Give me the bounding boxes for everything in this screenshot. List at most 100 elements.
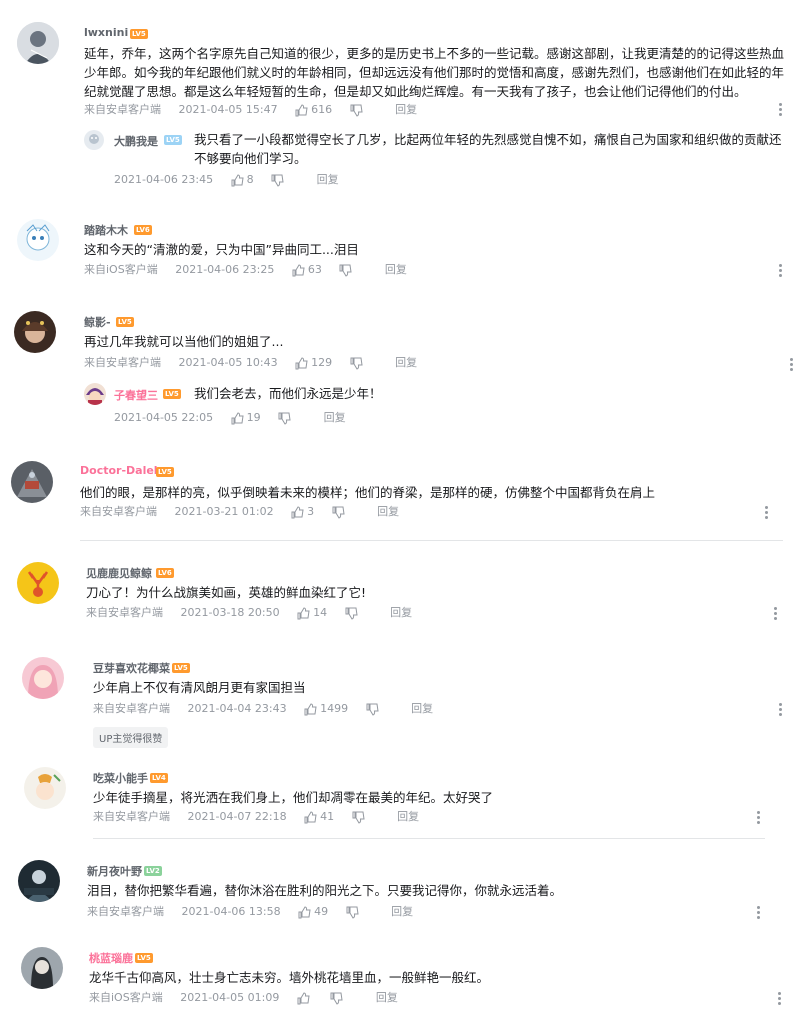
more-options-icon[interactable] xyxy=(756,906,760,920)
level-badge: LV5 xyxy=(172,663,190,673)
reply-button[interactable]: 回复 xyxy=(377,504,399,520)
more-options-icon[interactable] xyxy=(778,264,782,278)
dislike-button[interactable] xyxy=(332,504,348,520)
avatar[interactable] xyxy=(17,219,59,261)
source-label: 来自iOS客户端 xyxy=(89,991,163,1004)
username[interactable]: 见鹿鹿见鲸鲸 xyxy=(86,565,152,581)
thumbs-down-icon xyxy=(271,174,284,187)
comment-text: 他们的眼，是那样的亮，似乎倒映着未来的模样；他们的脊梁，是那样的硬，仿佛整个中国… xyxy=(80,485,656,500)
dislike-button[interactable] xyxy=(346,904,362,920)
more-options-icon[interactable] xyxy=(778,703,782,717)
dislike-button[interactable] xyxy=(350,102,366,118)
reply-button[interactable]: 回复 xyxy=(376,990,398,1006)
reply-button[interactable]: 回复 xyxy=(391,904,413,920)
avatar[interactable] xyxy=(11,461,53,503)
thumbs-down-icon xyxy=(346,906,359,919)
reply-button[interactable]: 回复 xyxy=(395,102,417,118)
reply-avatar[interactable] xyxy=(84,130,104,150)
thumbs-down-icon xyxy=(339,264,352,277)
timestamp: 2021-04-04 23:43 xyxy=(187,702,287,715)
source-label: 来自安卓客户端 xyxy=(80,505,157,518)
avatar[interactable] xyxy=(21,947,63,989)
reply-button[interactable]: 回复 xyxy=(395,355,417,371)
thumbs-up-icon xyxy=(298,905,311,918)
source-label: 来自安卓客户端 xyxy=(84,356,161,369)
like-button[interactable]: 49 xyxy=(298,904,328,920)
username[interactable]: 新月夜叶野 xyxy=(87,863,142,879)
more-options-icon[interactable] xyxy=(777,992,781,1006)
dislike-button[interactable] xyxy=(366,701,382,717)
username[interactable]: 吃菜小能手 xyxy=(93,770,148,786)
comment-meta: 来自安卓客户端 2021-03-21 01:02 3 回复 xyxy=(80,504,413,520)
reply-button[interactable]: 回复 xyxy=(411,701,433,717)
dislike-button[interactable] xyxy=(330,990,346,1006)
like-button[interactable] xyxy=(297,990,313,1006)
level-badge: LV2 xyxy=(144,866,162,876)
username[interactable]: 鲸影- xyxy=(84,314,111,330)
more-options-icon[interactable] xyxy=(756,811,760,825)
avatar[interactable] xyxy=(14,311,56,353)
timestamp: 2021-04-06 23:45 xyxy=(114,173,214,186)
reply-username[interactable]: 大鹏我是 xyxy=(114,133,158,149)
thumbs-down-icon xyxy=(352,811,365,824)
like-button[interactable]: 63 xyxy=(292,262,322,278)
timestamp: 2021-04-07 22:18 xyxy=(187,810,287,823)
comment-meta: 来自iOS客户端 2021-04-06 23:25 63 回复 xyxy=(84,262,421,278)
dislike-button[interactable] xyxy=(350,355,366,371)
thumbs-up-icon xyxy=(304,810,317,823)
dislike-button[interactable] xyxy=(339,262,355,278)
reply-button[interactable]: 回复 xyxy=(317,172,339,188)
like-button[interactable]: 14 xyxy=(297,605,327,621)
avatar[interactable] xyxy=(18,860,60,902)
username[interactable]: lwxnini xyxy=(84,26,128,39)
like-count: 3 xyxy=(307,505,315,518)
avatar[interactable] xyxy=(22,657,64,699)
dislike-button[interactable] xyxy=(271,172,287,188)
like-button[interactable]: 1499 xyxy=(304,701,348,717)
like-button[interactable]: 616 xyxy=(295,102,332,118)
username[interactable]: 踏踏木木 xyxy=(84,222,128,238)
level-badge: LV5 xyxy=(164,135,182,145)
avatar[interactable] xyxy=(17,22,59,64)
username[interactable]: 豆芽喜欢花椰菜 xyxy=(93,660,170,676)
avatar[interactable] xyxy=(24,767,66,809)
more-options-icon[interactable] xyxy=(773,607,777,621)
source-label: 来自安卓客户端 xyxy=(87,905,164,918)
comment-text: 少年肩上不仅有清风朗月更有家国担当 xyxy=(93,680,306,695)
timestamp: 2021-04-05 22:05 xyxy=(114,411,214,424)
dislike-button[interactable] xyxy=(352,809,368,825)
source-label: 来自安卓客户端 xyxy=(84,103,161,116)
dislike-button[interactable] xyxy=(278,410,294,426)
timestamp: 2021-03-21 01:02 xyxy=(174,505,274,518)
reply-avatar[interactable] xyxy=(84,383,106,405)
like-button[interactable]: 129 xyxy=(295,355,332,371)
reply-text: 我只看了一小段都觉得空长了几岁，比起两位年轻的先烈感觉自愧不如，痛恨自己为国家和… xyxy=(194,132,782,166)
comment-text: 延年，乔年，这两个名字原先自己知道的很少，更多的是历史书上不多的一些记载。感谢这… xyxy=(84,46,785,99)
more-options-icon[interactable] xyxy=(778,103,782,117)
reply-button[interactable]: 回复 xyxy=(397,809,419,825)
username[interactable]: Doctor-Dalek xyxy=(80,464,161,477)
level-badge: LV5 xyxy=(130,29,148,39)
like-button[interactable]: 41 xyxy=(304,809,334,825)
avatar[interactable] xyxy=(17,562,59,604)
like-button[interactable]: 8 xyxy=(231,172,254,188)
like-button[interactable]: 3 xyxy=(291,504,314,520)
more-options-icon[interactable] xyxy=(764,506,768,520)
reply-button[interactable]: 回复 xyxy=(390,605,412,621)
like-count: 49 xyxy=(314,905,329,918)
reply-button[interactable]: 回复 xyxy=(324,410,346,426)
timestamp: 2021-04-05 15:47 xyxy=(178,103,278,116)
comment-meta: 来自安卓客户端 2021-04-05 10:43 129 回复 xyxy=(84,355,431,371)
more-options-icon[interactable] xyxy=(789,358,793,372)
thumbs-up-icon xyxy=(295,103,308,116)
username[interactable]: 桃蓝瑙鹿 xyxy=(89,950,133,966)
comment-meta: 来自安卓客户端 2021-04-06 13:58 49 回复 xyxy=(87,904,427,920)
dislike-button[interactable] xyxy=(345,605,361,621)
reply-button[interactable]: 回复 xyxy=(385,262,407,278)
like-button[interactable]: 19 xyxy=(231,410,261,426)
reply-username[interactable]: 子春望三 xyxy=(114,387,158,403)
thumbs-up-icon xyxy=(292,263,305,276)
comment-meta: 来自安卓客户端 2021-04-07 22:18 41 回复 xyxy=(93,809,433,825)
timestamp: 2021-03-18 20:50 xyxy=(180,606,280,619)
comment-text: 再过几年我就可以当他们的姐姐了... xyxy=(84,334,284,349)
